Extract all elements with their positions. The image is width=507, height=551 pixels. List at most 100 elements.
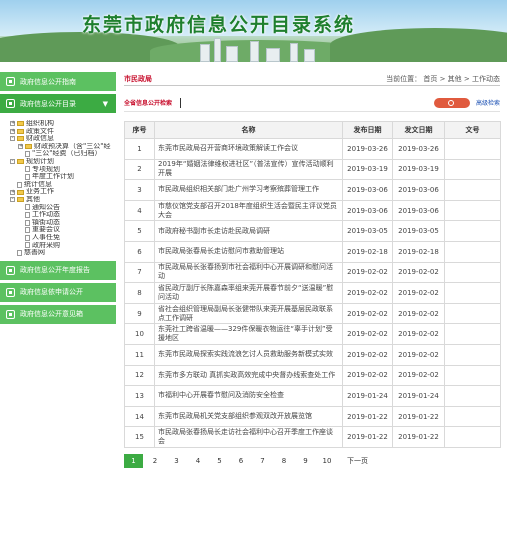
document-title-link[interactable]: 东莞市民政局机关党支部组织参观双改开放展览馆 <box>154 405 343 428</box>
folder-icon <box>17 159 24 165</box>
document-table: 序号 名称 发布日期 发文日期 文号 1 东莞市民政局召开营商环境政策解读工作会议 2019… <box>124 121 501 448</box>
document-title-link[interactable]: 市民政局张春扬局长走访社会福利中心召开季度工作座谈会 <box>154 426 343 448</box>
issue-date: 2019-01-22 <box>392 426 445 448</box>
tree-item[interactable]: 政府采购 <box>10 242 116 250</box>
expand-icon[interactable]: + <box>18 144 23 150</box>
row-index: 11 <box>124 343 155 366</box>
menu-request[interactable]: 政府信息依申请公开 <box>0 282 116 302</box>
tree-item[interactable]: 年度工作计划 <box>10 173 116 181</box>
search-button[interactable] <box>433 97 470 108</box>
document-title-link[interactable]: 市民政局局长张春扬到市社会福利中心开展调研和慰问活动 <box>154 261 343 284</box>
page-link[interactable]: 1 <box>124 453 143 468</box>
page-link[interactable]: 9 <box>296 454 315 468</box>
banner-hill <box>330 28 507 62</box>
row-index: 1 <box>124 138 155 160</box>
row-index: 14 <box>124 405 155 428</box>
tree-item-label: 慈善网 <box>24 249 45 257</box>
search-input[interactable] <box>180 97 434 108</box>
page-link[interactable]: 3 <box>167 454 186 468</box>
row-index: 13 <box>124 385 155 407</box>
page-link[interactable]: 10 <box>318 454 337 468</box>
row-index: 7 <box>124 261 155 284</box>
publish-date: 2019-02-02 <box>342 364 393 387</box>
expand-icon[interactable]: + <box>10 189 15 195</box>
document-title-link[interactable]: 东莞市多方联动 真抓实政高效完成中央督办线索查处工作 <box>154 364 343 387</box>
document-title-text: 省社会组织管理局副局长张健带队来莞开展基层民政联系点工作调研 <box>158 304 333 322</box>
publish-date: 2019-02-18 <box>342 240 393 263</box>
document-icon <box>6 77 15 86</box>
document-title-link[interactable]: 东莞社工跨省温暖——329件保暖衣物运往“辜手计划”受援地区 <box>154 323 343 345</box>
tree-item[interactable]: 慈善网 <box>10 249 116 257</box>
table-row: 10 东莞社工跨省温暖——329件保暖衣物运往“辜手计划”受援地区 2019-02-… <box>124 323 501 345</box>
document-title-text: 市民政局组织相关部门赴广州学习考察殡葬管理工作 <box>158 185 319 194</box>
tree-item[interactable]: + 业务工作 <box>10 188 116 196</box>
page-link[interactable]: 5 <box>210 454 229 468</box>
menu-guide[interactable]: 政府信息公开指南 <box>0 72 116 91</box>
document-title-link[interactable]: 市慈仪馆党支部召开2018年度组织生活会暨民主评议党员大会 <box>154 199 343 222</box>
tree-item[interactable]: - 规划计划 <box>10 158 116 166</box>
tree-item[interactable]: 通知公告 <box>10 204 116 212</box>
file-icon <box>25 173 30 180</box>
tree-item[interactable]: - 其他 <box>10 196 116 204</box>
search-bar: 全省信息公开检索 高级检索 <box>124 94 500 112</box>
document-number <box>444 364 501 387</box>
document-title-link[interactable]: 2019年“婚姻法律维权进社区”（普法宣传）宣传活动顺利开展 <box>154 158 343 181</box>
tree-item[interactable]: 工作动态 <box>10 211 116 219</box>
collapse-icon[interactable]: - <box>10 136 15 142</box>
table-row: 15 市民政局张春扬局长走访社会福利中心召开季度工作座谈会 2019-01-22 20… <box>124 426 501 448</box>
advanced-search-link[interactable]: 高级检索 <box>476 98 500 107</box>
expand-icon[interactable]: + <box>10 121 15 127</box>
page-link[interactable]: 4 <box>189 454 208 468</box>
menu-catalog[interactable]: 政府信息公开目录 ▼ <box>0 94 116 113</box>
publish-date: 2019-02-02 <box>342 302 393 325</box>
tree-item[interactable]: 镇街动态 <box>10 219 116 227</box>
folder-icon <box>17 121 24 127</box>
table-row: 5 市政府秘书副市长走访赴民政局调研 2019-03-05 2019-03-05 <box>124 220 501 242</box>
publish-date: 2019-02-02 <box>342 261 393 284</box>
tree-item-label: 通知公告 <box>32 203 60 211</box>
publish-date: 2019-03-26 <box>342 138 393 160</box>
tree-item[interactable]: + 组织机构 <box>10 120 116 128</box>
document-title-link[interactable]: 市福利中心开展春节慰问及消防安全检查 <box>154 385 343 407</box>
document-icon <box>6 99 15 108</box>
tree-item[interactable]: + 政策文件 <box>10 128 116 136</box>
document-title-link[interactable]: 省民政厅副厅长陈嘉森率组来莞开展春节前夕“送温暖”慰问活动 <box>154 282 343 304</box>
expand-icon[interactable]: + <box>10 128 15 134</box>
file-icon <box>25 204 30 211</box>
document-title-link[interactable]: 市民政局张春局长走访慰问市救助管理站 <box>154 240 343 263</box>
collapse-icon[interactable]: - <box>10 159 15 165</box>
tree-item[interactable]: 专项规划 <box>10 166 116 174</box>
tree-item[interactable]: "三公"经费（已归档） <box>10 150 116 158</box>
section-title: 市民政局 <box>124 74 152 83</box>
file-icon <box>25 219 30 226</box>
document-title-link[interactable]: 东莞市民政局探索实践流浪乞讨人员救助服务新模式实效 <box>154 343 343 366</box>
document-number <box>444 323 501 345</box>
menu-feedback[interactable]: 政府信息公开意见箱 <box>0 304 116 324</box>
document-title-link[interactable]: 市民政局组织相关部门赴广州学习考察殡葬管理工作 <box>154 179 343 201</box>
table-row: 9 省社会组织管理局副局长张健带队来莞开展基层民政联系点工作调研 2019-02-0… <box>124 302 501 325</box>
page-link[interactable]: 7 <box>253 454 272 468</box>
document-title-link[interactable]: 东莞市民政局召开营商环境政策解读工作会议 <box>154 138 343 160</box>
page-link[interactable]: 2 <box>146 454 165 468</box>
tree-item[interactable]: + 财政预决算（含"三公"经 <box>10 143 116 151</box>
page-link[interactable]: 6 <box>232 454 251 468</box>
next-page-link[interactable]: 下一页 <box>347 456 368 466</box>
tree-item[interactable]: 统计信息 <box>10 181 116 189</box>
issue-date: 2019-02-02 <box>392 261 445 284</box>
folder-icon <box>17 189 24 195</box>
collapse-icon[interactable]: - <box>10 197 15 203</box>
left-sidebar: 政府信息公开指南 政府信息公开目录 ▼ + 组织机构 + 政策文件 - 财政信息 + 财政预决… <box>0 72 118 551</box>
document-title-link[interactable]: 市政府秘书副市长走访赴民政局调研 <box>154 220 343 242</box>
tree-item-label: 组织机构 <box>26 120 54 127</box>
tree-item[interactable]: 重要会议 <box>10 226 116 234</box>
document-title-text: 2019年“婚姻法律维权进社区”（普法宣传）宣传活动顺利开展 <box>158 160 334 178</box>
issue-date: 2019-03-26 <box>392 138 445 160</box>
menu-annual-report[interactable]: 政府信息公开年度报告 <box>0 260 116 280</box>
tree-item-label: 年度工作计划 <box>32 173 74 181</box>
tree-item[interactable]: 人事任免 <box>10 234 116 242</box>
document-number <box>444 343 501 366</box>
document-title-text: 市民政局局长张春扬到市社会福利中心开展调研和慰问活动 <box>158 263 333 281</box>
page-link[interactable]: 8 <box>275 454 294 468</box>
tree-item[interactable]: - 财政信息 <box>10 135 116 143</box>
document-title-link[interactable]: 省社会组织管理局副局长张健带队来莞开展基层民政联系点工作调研 <box>154 302 343 325</box>
